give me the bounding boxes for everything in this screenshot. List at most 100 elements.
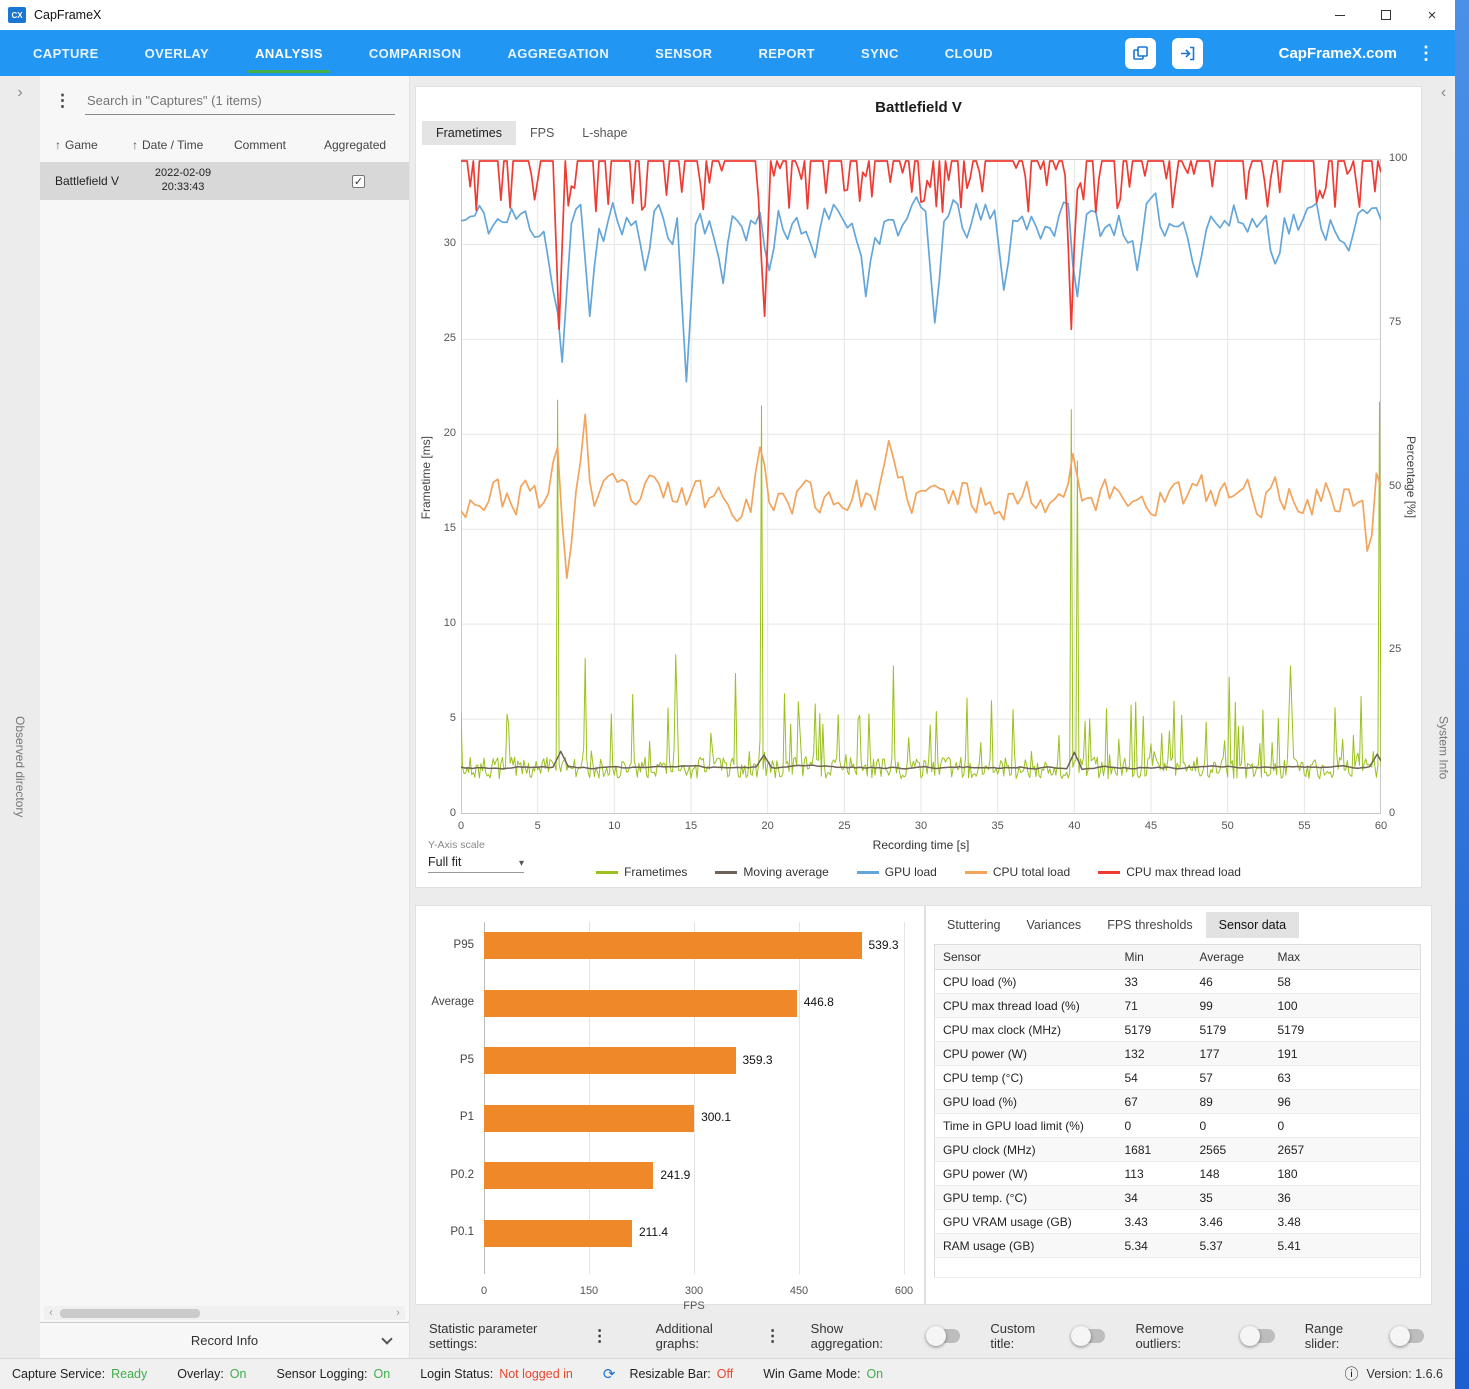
status-label: Resizable Bar: (629, 1367, 711, 1381)
captures-search-input[interactable] (85, 87, 395, 115)
status-sensor-logging: Sensor Logging: On (276, 1367, 390, 1381)
toggle-range-slider[interactable] (1389, 1326, 1424, 1346)
collapse-sidebar-button[interactable]: › (0, 84, 40, 102)
nav-tab-capture[interactable]: CAPTURE (10, 30, 122, 76)
y-right-tick-label: 75 (1389, 315, 1402, 328)
sensor-row: GPU temp. (°C) 34 35 36 (934, 1185, 1421, 1210)
sensor-name: GPU temp. (°C) (934, 1185, 1117, 1210)
system-info-tab[interactable]: System Info (1437, 716, 1451, 779)
y-left-tick-label: 5 (449, 712, 456, 725)
x-tick-label: 35 (991, 820, 1004, 832)
captures-hscrollbar[interactable]: ‹ › (44, 1306, 405, 1320)
scrollbar-thumb[interactable] (60, 1308, 200, 1318)
window-title: CapFrameX (34, 8, 102, 22)
minimize-button[interactable] (1317, 0, 1363, 30)
x-tick-label: 0 (457, 820, 465, 832)
captures-column-aggregated: Aggregated (324, 138, 404, 152)
sensor-value: 89 (1191, 1089, 1270, 1114)
sensor-value: 1681 (1116, 1137, 1192, 1162)
toggle-custom-title[interactable] (1071, 1326, 1106, 1346)
legend-item-gpu-load: GPU load (856, 865, 937, 879)
capture-row[interactable]: Battlefield V 2022-02-09 20:33:43 ✓ (40, 162, 409, 200)
legend-swatch (715, 870, 738, 874)
chart-title: Battlefield V (875, 99, 962, 116)
additional-graphs-menu[interactable]: ⋮ (765, 1326, 781, 1346)
frametime-chart-svg (460, 159, 1382, 815)
sensor-value: 57 (1191, 1065, 1270, 1090)
bar-value-label: 359.3 (742, 1052, 773, 1067)
nav-tab-comparison[interactable]: COMPARISON (346, 30, 485, 76)
status-label: Login Status: (420, 1367, 494, 1381)
captures-rows: Battlefield V 2022-02-09 20:33:43 ✓ (40, 162, 409, 200)
screenshot-button[interactable] (1124, 37, 1156, 69)
status-win-game-mode: Win Game Mode: On (763, 1367, 883, 1381)
tab-l-shape[interactable]: L-shape (568, 121, 641, 145)
login-button[interactable] (1171, 37, 1203, 69)
nav-tab-label: SYNC (861, 45, 899, 61)
fps-percentiles-card: P95 539.3 Average 446.8 P5 359.3 P1 300.1 P0.2 24… (415, 905, 925, 1312)
scroll-left-icon[interactable]: ‹ (44, 1307, 58, 1319)
title-bar: CX CapFrameX × (0, 0, 1455, 30)
sensor-value: 46 (1191, 969, 1270, 994)
sensor-name: CPU max thread load (%) (934, 993, 1117, 1018)
refresh-icon[interactable]: ⟳ (603, 1365, 616, 1383)
tab-sensor-data[interactable]: Sensor data (1205, 912, 1300, 938)
scroll-right-icon[interactable]: › (391, 1307, 405, 1319)
statistic-settings-menu[interactable]: ⋮ (592, 1326, 608, 1346)
sensor-value: 3.48 (1269, 1209, 1421, 1234)
tab-fps[interactable]: FPS (516, 121, 568, 145)
analysis-tabs: Frametimes FPS L-shape (422, 121, 641, 145)
record-info-toggle[interactable]: Record Info (40, 1322, 409, 1358)
captures-menu-button[interactable]: ⋮ (54, 91, 71, 111)
bar-x-tick-label: 600 (894, 1285, 914, 1297)
aggregated-checkbox[interactable]: ✓ (352, 174, 365, 188)
x-tick-label: 45 (1144, 820, 1158, 832)
legend-label: CPU max thread load (1126, 865, 1241, 879)
sensor-col-min: Min (1116, 944, 1192, 970)
sensor-row: GPU power (W) 113 148 180 (934, 1161, 1421, 1186)
legend-item-cpu-total-load: CPU total load (964, 865, 1070, 879)
nav-menu-button[interactable]: ⋮ (1413, 43, 1439, 64)
tab-fps-thresholds[interactable]: FPS thresholds (1094, 912, 1205, 938)
maximize-button[interactable] (1363, 0, 1409, 30)
status-bar: Capture Service: Ready Overlay: On Sensor Lo… (0, 1358, 1455, 1389)
tab-variances[interactable]: Variances (1014, 912, 1095, 938)
nav-tab-sensor[interactable]: SENSOR (632, 30, 735, 76)
collapse-sysinfo-button[interactable]: ‹ (1432, 84, 1455, 102)
app-icon: CX (8, 7, 26, 23)
sensor-value: 2657 (1269, 1137, 1421, 1162)
bar-x-tick-label: 150 (579, 1285, 599, 1297)
x-tick-label: 20 (761, 820, 774, 832)
sensor-name: Time in GPU load limit (%) (934, 1113, 1117, 1138)
observed-directory-tab[interactable]: Observed directory (13, 716, 27, 817)
captures-column-game[interactable]: ↑ Game (40, 138, 132, 152)
toggle-remove-outliers[interactable] (1240, 1326, 1275, 1346)
nav-tab-sync[interactable]: SYNC (838, 30, 922, 76)
legend-item-frametimes: Frametimes (596, 865, 687, 879)
status-overlay: Overlay: On (177, 1367, 246, 1381)
close-button[interactable]: × (1409, 0, 1455, 30)
nav-tab-label: AGGREGATION (507, 45, 610, 61)
sensor-row: CPU temp (°C) 54 57 63 (934, 1065, 1421, 1090)
statistic-settings-label: Statistic parameter settings: (429, 1321, 538, 1351)
captures-column-date-time[interactable]: ↑ Date / Time (132, 138, 234, 152)
toggle-show-aggregation[interactable] (925, 1326, 961, 1346)
nav-tab-aggregation[interactable]: AGGREGATION (484, 30, 632, 76)
status-label: Sensor Logging: (276, 1367, 368, 1381)
additional-graphs-label: Additional graphs: (655, 1321, 713, 1351)
chevron-down-icon (381, 1333, 393, 1345)
active-tab-underline (248, 70, 330, 73)
tab-frametimes[interactable]: Frametimes (422, 121, 516, 145)
tab-stuttering[interactable]: Stuttering (934, 912, 1014, 938)
nav-tab-report[interactable]: REPORT (735, 30, 838, 76)
bar-value-label: 241.9 (660, 1167, 691, 1182)
status-value: On (373, 1367, 391, 1381)
nav-tab-analysis[interactable]: ANALYSIS (232, 30, 346, 76)
nav-tab-overlay[interactable]: OVERLAY (122, 30, 232, 76)
minimize-icon (1335, 14, 1345, 16)
record-info-label: Record Info (190, 1333, 259, 1348)
nav-tab-cloud[interactable]: CLOUD (922, 30, 1016, 76)
column-label: Aggregated (324, 138, 387, 152)
bar-category-label: Average (431, 996, 474, 1008)
brand-link[interactable]: CapFrameX.com (1279, 45, 1397, 62)
